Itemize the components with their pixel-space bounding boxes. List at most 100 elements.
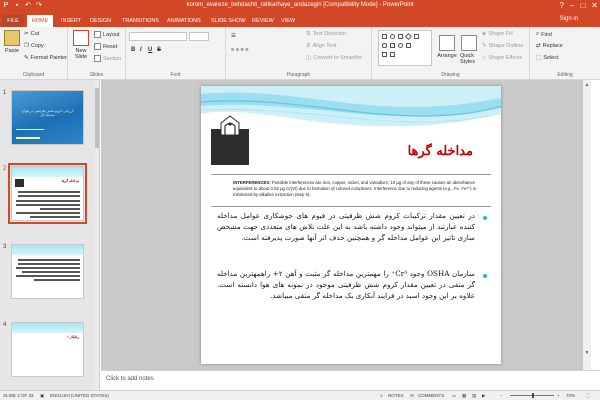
thumb-text-line (34, 279, 80, 281)
tab-transitions[interactable]: TRANSITIONS (118, 15, 163, 27)
tab-animations[interactable]: ANIMATIONS (163, 15, 205, 27)
ribbon-tabs: FILE HOME INSERT DESIGN TRANSITIONS ANIM… (0, 13, 600, 27)
language-indicator[interactable]: ENGLISH (UNITED STATES) (50, 393, 109, 398)
section-button[interactable]: Section (94, 55, 121, 62)
italic-button[interactable]: I (140, 47, 142, 53)
slide-thumbnail-4[interactable]: راهکار ۱ (11, 322, 84, 377)
slide-title[interactable]: مداخله گرها (408, 144, 473, 159)
shapes-gallery[interactable] (378, 30, 432, 66)
rounded-rect-shape-icon (382, 43, 387, 48)
select-label: Select (543, 55, 559, 61)
convert-smartart-button[interactable]: ◫ Convert to SmartArt (306, 55, 362, 61)
zoom-out-icon[interactable]: – (500, 393, 503, 398)
help-icon[interactable]: ? (560, 1, 564, 10)
status-bar: SLIDE 2 OF 33 ▣ ENGLISH (UNITED STATES) … (0, 390, 600, 400)
normal-view-icon[interactable]: ▭ (452, 393, 456, 399)
reading-view-icon[interactable]: ▤ (472, 393, 476, 399)
scroll-down-icon[interactable]: ▼ (584, 350, 590, 356)
layout-icon (94, 31, 101, 38)
comments-toggle[interactable]: COMMENTS (418, 393, 444, 398)
text-direction-icon: ⇅ (306, 31, 311, 37)
minimize-icon[interactable]: – (570, 1, 574, 10)
bullet-dot (483, 274, 487, 278)
notes-icon: ≡ (380, 393, 383, 398)
scissors-icon: ✂ (24, 31, 29, 37)
scrollbar-thumb[interactable] (95, 88, 99, 148)
tab-review[interactable]: REVIEW (248, 15, 278, 27)
zoom-slider-thumb[interactable] (532, 393, 535, 398)
shape-outline-button[interactable]: ✎ Shape Outline (482, 43, 523, 49)
bullets-icon: ☰ (231, 33, 236, 39)
paste-icon (4, 30, 20, 46)
body-paragraph-1[interactable]: در تعیین مقدار ترکیبات کروم شش ظرفیتی در… (217, 210, 475, 244)
slideshow-icon[interactable]: ▶ (482, 393, 485, 399)
notes-pane[interactable]: Click to add notes (101, 370, 600, 389)
maximize-icon[interactable]: □ (580, 1, 585, 10)
canvas-scrollbar[interactable]: ▲ ▼ (583, 80, 591, 370)
tab-file[interactable]: FILE (2, 15, 24, 27)
font-size-box[interactable] (189, 32, 209, 41)
tab-insert[interactable]: INSERT (57, 15, 85, 27)
thumb-text-line (18, 195, 80, 197)
text-direction-button[interactable]: ⇅ Text Direction (306, 31, 346, 37)
quick-styles-button[interactable]: Quick Styles (460, 35, 478, 65)
shape-fill-button[interactable]: ◈ Shape Fill (482, 31, 513, 37)
find-button[interactable]: ⌕ Find (536, 31, 552, 38)
slide-thumbnail-1[interactable]: ارزیابی کروم شش ظرفیتی در هوای محیط کار (11, 90, 84, 145)
slides-group: New Slide Layout Reset Section Slides (68, 27, 126, 80)
current-slide[interactable]: مداخله گرها INTERFERENCES: Possible inte… (201, 86, 501, 364)
layout-button[interactable]: Layout (94, 31, 120, 38)
slide-thumbnail-3[interactable] (11, 244, 84, 299)
font-name-box[interactable] (129, 32, 187, 41)
strikethrough-button[interactable]: S (157, 47, 161, 53)
new-slide-icon (73, 30, 89, 46)
paste-button[interactable]: Paste (4, 30, 20, 54)
find-label: Find (541, 31, 552, 38)
format-painter-button[interactable]: ✎ Format Painter (24, 55, 67, 61)
window-controls: ? – □ ✕ (560, 1, 598, 10)
thumb-decoration (16, 137, 40, 139)
reset-button[interactable]: Reset (94, 43, 117, 50)
thumb-text-line (16, 204, 80, 206)
fit-slide-icon[interactable]: ⛶ (586, 393, 589, 398)
clipboard-group-label: Clipboard (22, 72, 45, 78)
underline-button[interactable]: U (148, 47, 152, 53)
notes-toggle[interactable]: NOTES (388, 393, 404, 398)
quick-styles-label: Quick Styles (460, 53, 475, 65)
arrange-button[interactable]: Arrange (437, 35, 457, 59)
zoom-level[interactable]: 70% (566, 393, 575, 398)
select-button[interactable]: ⬚ Select (536, 55, 559, 61)
slide-sorter-icon[interactable]: ▦ (462, 393, 466, 399)
thumb-text-line (30, 216, 80, 218)
align-text-button[interactable]: ⇵ Align Text (306, 43, 336, 49)
triangle-shape-icon (406, 43, 411, 48)
tab-view[interactable]: VIEW (277, 15, 299, 27)
interferences-box[interactable]: INTERFERENCES: Possible interferences ar… (233, 180, 488, 197)
cut-button[interactable]: ✂ Cut (24, 31, 39, 37)
tab-slide-show[interactable]: SLIDE SHOW (207, 15, 250, 27)
bold-button[interactable]: B (131, 47, 135, 53)
tab-home[interactable]: HOME (27, 15, 53, 27)
tab-design[interactable]: DESIGN (86, 15, 115, 27)
slide-thumbnail-2[interactable]: مداخله گرها (8, 163, 87, 224)
layout-label: Layout (103, 31, 120, 38)
align-buttons[interactable]: ≡ ≡ ≡ ≡ (231, 47, 248, 53)
spellcheck-icon[interactable]: ▣ (40, 393, 44, 399)
university-logo (211, 115, 249, 165)
sign-in-link[interactable]: Sign in (560, 16, 578, 22)
thumb-text-line (40, 208, 80, 210)
thumb-text-line (16, 267, 80, 269)
copy-button[interactable]: ❐ Copy (24, 43, 44, 49)
thumbnails-scrollbar[interactable] (95, 80, 99, 390)
thumb-decoration (16, 129, 44, 134)
thumb-title: مداخله گرها (61, 179, 79, 183)
close-icon[interactable]: ✕ (591, 1, 598, 10)
zoom-in-icon[interactable]: + (557, 393, 560, 398)
slides-group-label: Slides (89, 72, 104, 78)
replace-button[interactable]: ⇄ Replace (536, 43, 563, 49)
bullets-button[interactable]: ☰ (231, 33, 236, 39)
scroll-up-icon[interactable]: ▲ (584, 82, 590, 88)
body-paragraph-2[interactable]: سازمان OSHA وجود Cr³⁺ را مهمترین مداخله … (217, 268, 475, 302)
new-slide-button[interactable]: New Slide (72, 30, 90, 60)
shape-effects-button[interactable]: ◇ Shape Effects (482, 55, 522, 61)
